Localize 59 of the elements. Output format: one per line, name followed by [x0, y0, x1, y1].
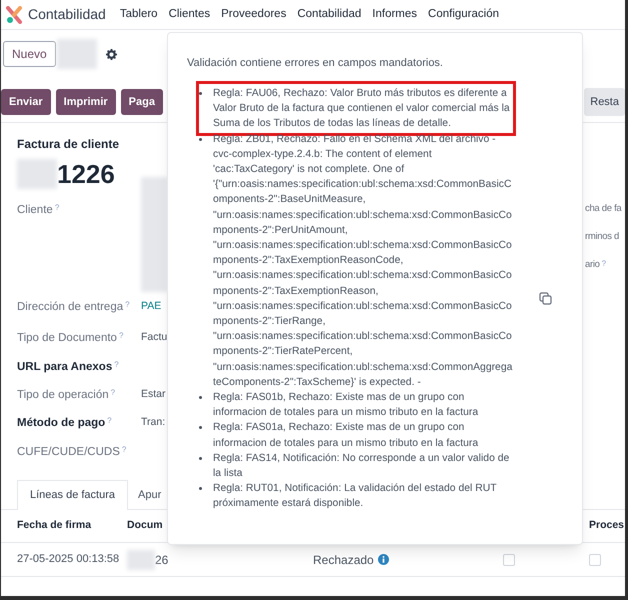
help-mark: ? [125, 299, 130, 311]
menu-item[interactable]: Proveedores [221, 6, 286, 24]
invoice-number: 1226 [57, 158, 115, 190]
help-mark: ? [107, 415, 112, 427]
error-message: Regla: FAS14, Notificación: No corresponde a un valor valido de la lista [213, 452, 510, 482]
column-header[interactable]: Proces [589, 518, 625, 534]
app-name[interactable]: Contabilidad [28, 4, 106, 25]
app-logo-icon[interactable] [6, 6, 22, 24]
help-mark: ? [118, 330, 124, 342]
field-label: Tipo de operación [17, 388, 109, 403]
tab[interactable]: Apur [128, 480, 172, 510]
field-link[interactable]: PAE [141, 299, 162, 315]
settings-icon[interactable] [106, 48, 117, 60]
error-message: Regla: RUT01, Notificación: La validación del estado del RUT próximamente estará disponible. [213, 482, 498, 512]
copy-icon[interactable] [539, 292, 552, 305]
field-label: ario [585, 258, 600, 272]
menu-item[interactable]: Informes [372, 6, 418, 24]
help-mark: ? [122, 444, 126, 456]
tab[interactable]: Líneas de factura [17, 480, 128, 510]
popover-message: Validación contiene errores en campos mandatorios. [187, 56, 444, 71]
action-button[interactable]: Resta [584, 88, 625, 116]
checkbox[interactable] [503, 554, 515, 566]
field-label: Método de pago [17, 416, 106, 431]
menu-item[interactable]: Tablero [120, 6, 158, 24]
menu-item[interactable]: Configuración [428, 6, 499, 24]
form-title: Factura de cliente [17, 136, 120, 152]
menu-item[interactable]: Clientes [168, 6, 210, 24]
menu-item[interactable]: Contabilidad [297, 6, 362, 24]
help-mark: ? [602, 258, 606, 270]
help-mark: ? [110, 387, 116, 399]
action-button[interactable]: Paga [120, 89, 163, 115]
new-button[interactable]: Nuevo [3, 41, 56, 67]
help-mark: ? [114, 358, 119, 370]
blurred-region [56, 39, 97, 69]
column-header[interactable]: Fecha de firma [17, 518, 127, 534]
table-cell-text: 27-05-2025 00:13:58 [17, 552, 120, 568]
status-text: Rechazado [313, 552, 374, 568]
error-message: Regla: FAS01a, Rechazo: Existe mas de un grupo con informacion de totales para un mismo tributo en la factura [213, 421, 480, 451]
field-label: URL para Anexos [17, 360, 112, 374]
error-message: Regla: FAU06, Rechazo: Valor Bruto más tributos es diferente a Valor Bruto de la factura que contienen el valor comercial más la Suma de los Tributos de todas las líneas de detalle. [213, 87, 511, 132]
error-message: Regla: ZB01, Rechazo: Fallo en el Schema XML del archivo - cvc-complex-type.2.4.b: The content of element 'cac:TaxCategory' is not complete. One of '{"urn:oasis:names:specification:ubl:schema:xsd:CommonBasicComponents-2":BaseUnitMeasure, "urn:oasis:names:specification:ubl:schema:xsd:CommonBasicComponents-2":PerUnitAmount, "urn:oasis:names:specification:ubl:schema:xsd:CommonBasicComponents-2":TaxExemptionReasonCode, "urn:oasis:names:specification:ubl:schema:xsd:CommonBasicComponents-2":TaxExemptionReason, "urn:oasis:names:specification:ubl:schema:xsd:CommonBasicComponents-2":TierRange, "urn:oasis:names:specification:ubl:schema:xsd:CommonBasicComponents-2":TierRatePercent, "urn:oasis:names:specification:ubl:schema:xsd:CommonAggregateComponents-2":TaxScheme}' is expected. - [213, 132, 514, 390]
blurred-region [127, 550, 155, 570]
error-message: Regla: FAS01b, Rechazo: Existe mas de un grupo con informacion de totales para un mismo tributo en la factura [213, 391, 480, 420]
field-label: Cliente [17, 203, 53, 218]
info-icon[interactable] [378, 554, 389, 565]
field-value: Tran: [141, 415, 166, 430]
blurred-region [17, 159, 57, 189]
field-value: Factu [141, 330, 168, 345]
table-cell-text: 26 [155, 552, 168, 568]
checkbox[interactable] [589, 554, 601, 566]
field-label: rminos d [585, 230, 620, 244]
help-mark: ? [54, 202, 60, 214]
field-value: Estar [141, 387, 166, 402]
field-label: Dirección de entrega [17, 300, 124, 315]
field-label: cha de fa [585, 202, 622, 216]
action-button[interactable]: Enviar [1, 89, 51, 115]
field-label: Tipo de Documento [17, 330, 117, 346]
field-label: CUFE/CUDE/CUDS [17, 444, 120, 460]
action-button[interactable]: Imprimir [56, 89, 116, 115]
